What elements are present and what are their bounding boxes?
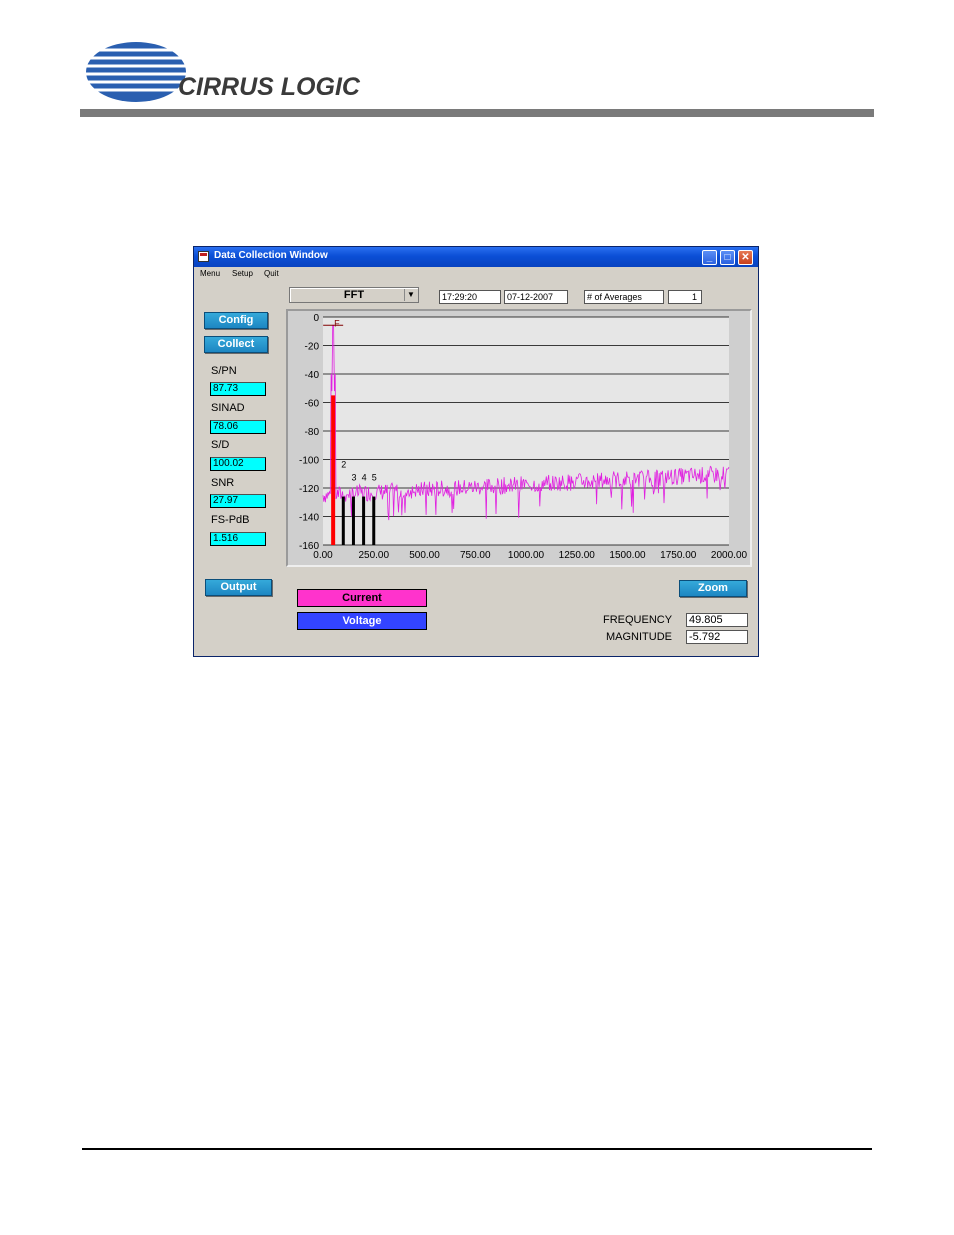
fundamental-label: F: [334, 318, 340, 328]
averages-label: # of Averages: [584, 290, 664, 304]
metric-label-sinad: SINAD: [211, 402, 245, 414]
window-title: Data Collection Window: [214, 250, 328, 261]
y-tick-label: -60: [305, 399, 320, 410]
date-field: 07-12-2007: [504, 290, 568, 304]
menu-item-menu[interactable]: Menu: [200, 269, 220, 278]
metric-label-snr: SNR: [211, 477, 235, 489]
x-tick-label: 1250.00: [559, 550, 596, 561]
harmonic-label: 3: [351, 472, 356, 482]
time-field: 17:29:20: [439, 290, 501, 304]
harmonic-label: 5: [372, 472, 377, 482]
minimize-button[interactable]: _: [702, 250, 717, 265]
app-icon: [198, 251, 209, 262]
legend-voltage-button[interactable]: Voltage: [297, 612, 427, 630]
fft-chart-frame: 0 -20 -40 -60 -80 -100 -120 -140 -160 0.00 250.00 5…: [286, 309, 752, 567]
close-button[interactable]: ✕: [738, 250, 753, 265]
metric-label-spn: S/PN: [211, 365, 237, 377]
y-tick-label: -20: [305, 342, 320, 353]
frequency-label: FREQUENCY: [603, 614, 673, 626]
metric-value-sd: 100.02: [210, 457, 266, 471]
collect-button[interactable]: Collect: [204, 336, 268, 353]
y-tick-label: -40: [305, 370, 320, 381]
x-tick-label: 1000.00: [508, 550, 545, 561]
logo-text: CIRRUS LOGIC: [178, 73, 361, 101]
x-tick-label: 0.00: [313, 550, 333, 561]
menu-item-setup[interactable]: Setup: [232, 269, 253, 278]
footer-rule: [82, 1148, 872, 1150]
mode-select[interactable]: FFT ▼: [289, 287, 419, 303]
harmonic-label: 2: [341, 459, 346, 469]
x-tick-label: 2000.00: [711, 550, 748, 561]
metric-value-snr: 27.97: [210, 494, 266, 508]
metric-value-sinad: 78.06: [210, 420, 266, 434]
x-tick-label: 250.00: [358, 550, 389, 561]
magnitude-value: -5.792: [686, 630, 748, 644]
legend-current-button[interactable]: Current: [297, 589, 427, 607]
metric-value-spn: 87.73: [210, 382, 266, 396]
output-button[interactable]: Output: [205, 579, 272, 596]
menu-item-quit[interactable]: Quit: [264, 269, 279, 278]
metric-value-fspdb: 1.516: [210, 532, 266, 546]
x-tick-label: 1750.00: [660, 550, 697, 561]
zoom-button[interactable]: Zoom: [679, 580, 747, 597]
menu-bar: Menu Setup Quit: [194, 267, 758, 283]
magnitude-label: MAGNITUDE: [606, 631, 672, 643]
data-collection-window: Data Collection Window _ □ ✕ Menu Setup …: [193, 246, 759, 657]
x-tick-label: 750.00: [460, 550, 491, 561]
cirrus-logic-logo: CIRRUS LOGIC: [78, 42, 361, 102]
y-tick-label: -80: [305, 427, 320, 438]
y-tick-label: -120: [299, 484, 319, 495]
metric-label-sd: S/D: [211, 439, 230, 451]
harmonic-label: 4: [362, 472, 367, 482]
header-rule: [80, 109, 874, 117]
metric-label-fspdb: FS-PdB: [211, 514, 250, 526]
frequency-value: 49.805: [686, 613, 748, 627]
averages-input[interactable]: 1: [668, 290, 702, 304]
title-bar[interactable]: Data Collection Window _ □ ✕: [194, 247, 758, 267]
config-button[interactable]: Config: [204, 312, 268, 329]
y-tick-label: -100: [299, 456, 319, 467]
x-tick-label: 500.00: [409, 550, 440, 561]
y-tick-label: -140: [299, 513, 319, 524]
maximize-button[interactable]: □: [720, 250, 735, 265]
x-tick-label: 1500.00: [609, 550, 646, 561]
y-tick-label: 0: [313, 313, 319, 324]
chevron-down-icon[interactable]: ▼: [404, 289, 417, 301]
mode-select-value: FFT: [343, 289, 365, 301]
fft-chart[interactable]: 0-20-40-60-80-100-120-140-1600.00 250.00 5…: [288, 311, 750, 565]
